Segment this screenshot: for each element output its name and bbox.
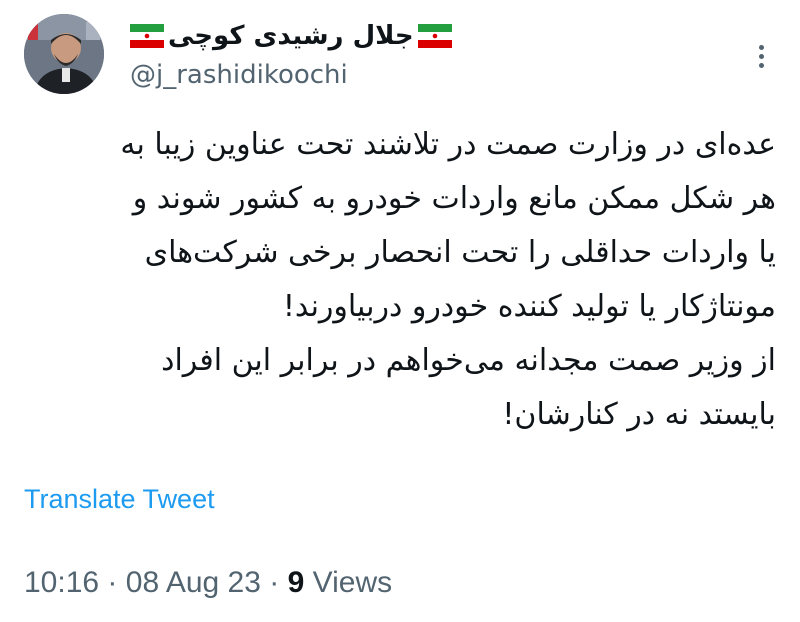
tweet-body-line: هر شکل ممکن مانع واردات خودرو به کشور شو… bbox=[132, 181, 776, 216]
tweet-body-line: بایستد نه در کنارشان! bbox=[502, 397, 776, 432]
tweet-time[interactable]: 10:16 bbox=[24, 566, 99, 599]
author-handle[interactable]: @j_rashidikoochi bbox=[130, 60, 550, 90]
translate-tweet-link[interactable]: Translate Tweet bbox=[24, 484, 215, 515]
tweet-body-line: مونتاژکار یا تولید کننده خودرو دربیاورند… bbox=[282, 289, 776, 324]
tweet-body: عده‌ای در وزارت صمت در تلاشند تحت عناوین… bbox=[24, 118, 776, 442]
tweet-header: جلال رشیدی کوچی @j_rashidikoochi bbox=[24, 12, 776, 102]
tweet-body-line: یا واردات حداقلی را تحت انحصار برخی شرکت… bbox=[144, 235, 776, 270]
author-display-name[interactable]: جلال رشیدی کوچی bbox=[168, 21, 414, 51]
author-name-row[interactable]: جلال رشیدی کوچی bbox=[130, 16, 550, 56]
tweet-date[interactable]: 08 Aug 23 bbox=[126, 566, 261, 599]
iran-flag-icon bbox=[130, 24, 164, 48]
avatar[interactable] bbox=[24, 14, 104, 94]
tweet-meta: 10:16 · 08 Aug 23 · 9 Views bbox=[24, 566, 392, 600]
tweet-card: جلال رشیدی کوچی @j_rashidikoochi عده‌ای … bbox=[0, 0, 800, 622]
more-dot-icon bbox=[758, 44, 764, 50]
views-label: Views bbox=[312, 566, 393, 599]
views-count: 9 bbox=[287, 566, 305, 599]
avatar-image bbox=[24, 14, 104, 94]
author-info[interactable]: جلال رشیدی کوچی @j_rashidikoochi bbox=[130, 16, 550, 90]
more-options-button[interactable] bbox=[746, 38, 776, 74]
tweet-body-line: عده‌ای در وزارت صمت در تلاشند تحت عناوین… bbox=[120, 127, 776, 162]
more-dot-icon bbox=[758, 62, 764, 68]
meta-separator: · bbox=[107, 566, 118, 599]
meta-separator: · bbox=[269, 566, 280, 599]
more-dot-icon bbox=[758, 53, 764, 59]
tweet-body-line: از وزیر صمت مجدانه می‌خواهم در برابر این… bbox=[161, 343, 776, 378]
iran-flag-icon bbox=[417, 24, 452, 48]
